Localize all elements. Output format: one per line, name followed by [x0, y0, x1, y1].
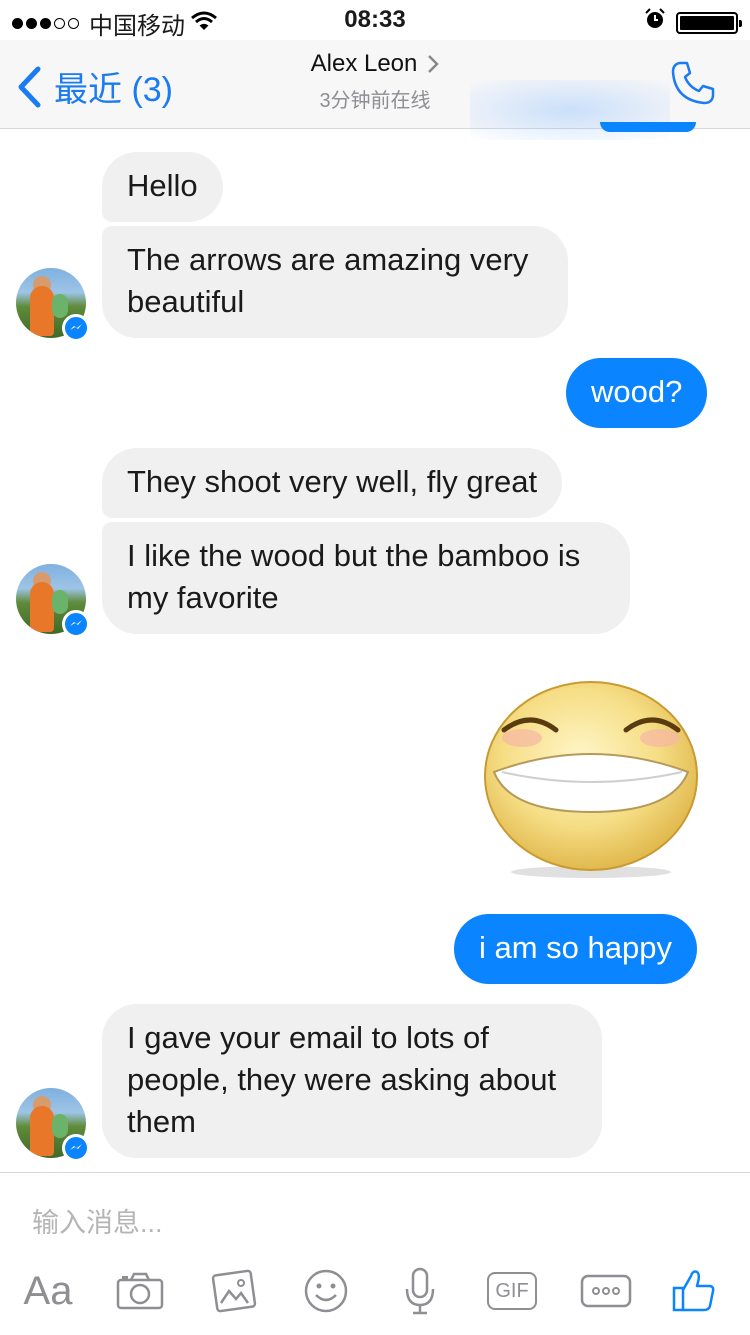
- emoji-button[interactable]: [302, 1261, 350, 1321]
- photo-icon: [211, 1269, 257, 1313]
- message-bubble-incoming[interactable]: I gave your email to lots of people, the…: [102, 1004, 602, 1158]
- messenger-badge-icon: [62, 1134, 90, 1162]
- message-bubble-incoming[interactable]: They shoot very well, fly great: [102, 448, 563, 518]
- contact-name: Alex Leon: [310, 50, 418, 77]
- messenger-badge-icon: [62, 610, 90, 638]
- thumbs-up-icon: [672, 1270, 715, 1312]
- composer: 输入消息... Aa GIF: [0, 1172, 750, 1335]
- previous-message-bubble: [600, 122, 696, 132]
- message-bubble-outgoing[interactable]: i am so happy: [454, 914, 697, 984]
- text-format-button[interactable]: Aa: [20, 1261, 76, 1321]
- battery-icon: [676, 11, 742, 34]
- like-button[interactable]: [668, 1261, 720, 1321]
- camera-button[interactable]: [114, 1261, 166, 1321]
- contact-avatar[interactable]: [16, 564, 90, 638]
- contact-avatar[interactable]: [16, 268, 90, 342]
- conversation-header[interactable]: Alex Leon 3分钟前在线: [0, 50, 750, 113]
- gif-icon: GIF: [487, 1272, 537, 1310]
- contact-avatar[interactable]: [16, 1088, 90, 1162]
- phone-icon: [671, 61, 715, 105]
- emoji-icon: [304, 1269, 348, 1313]
- messenger-badge-icon: [62, 314, 90, 342]
- alarm-icon: [644, 8, 666, 37]
- call-button[interactable]: [670, 60, 716, 111]
- microphone-button[interactable]: [400, 1261, 440, 1321]
- status-bar: 中国移动 08:33: [0, 0, 750, 40]
- laughing-emoji-sticker[interactable]: [482, 680, 700, 880]
- message-bubble-incoming[interactable]: The arrows are amazing very beautiful: [102, 226, 568, 338]
- chevron-right-icon: [428, 55, 440, 73]
- photo-button[interactable]: [210, 1261, 258, 1321]
- text-format-icon: Aa: [23, 1268, 73, 1313]
- gif-button[interactable]: GIF: [484, 1261, 540, 1321]
- clock: 08:33: [344, 6, 406, 33]
- microphone-icon: [405, 1267, 435, 1315]
- message-input[interactable]: 输入消息...: [32, 1201, 163, 1240]
- message-bubble-incoming[interactable]: I like the wood but the bamboo is my fav…: [102, 522, 630, 634]
- camera-icon: [116, 1272, 164, 1310]
- status-right: [644, 8, 742, 37]
- last-active-status: 3分钟前在线: [319, 90, 431, 112]
- message-bubble-incoming[interactable]: Hello: [102, 152, 223, 222]
- composer-toolbar: Aa GIF: [0, 1261, 750, 1323]
- more-button[interactable]: [578, 1261, 634, 1321]
- message-bubble-outgoing[interactable]: wood?: [566, 358, 708, 428]
- more-icon: [580, 1274, 632, 1308]
- navigation-bar: 最近 (3) Alex Leon 3分钟前在线: [0, 40, 750, 140]
